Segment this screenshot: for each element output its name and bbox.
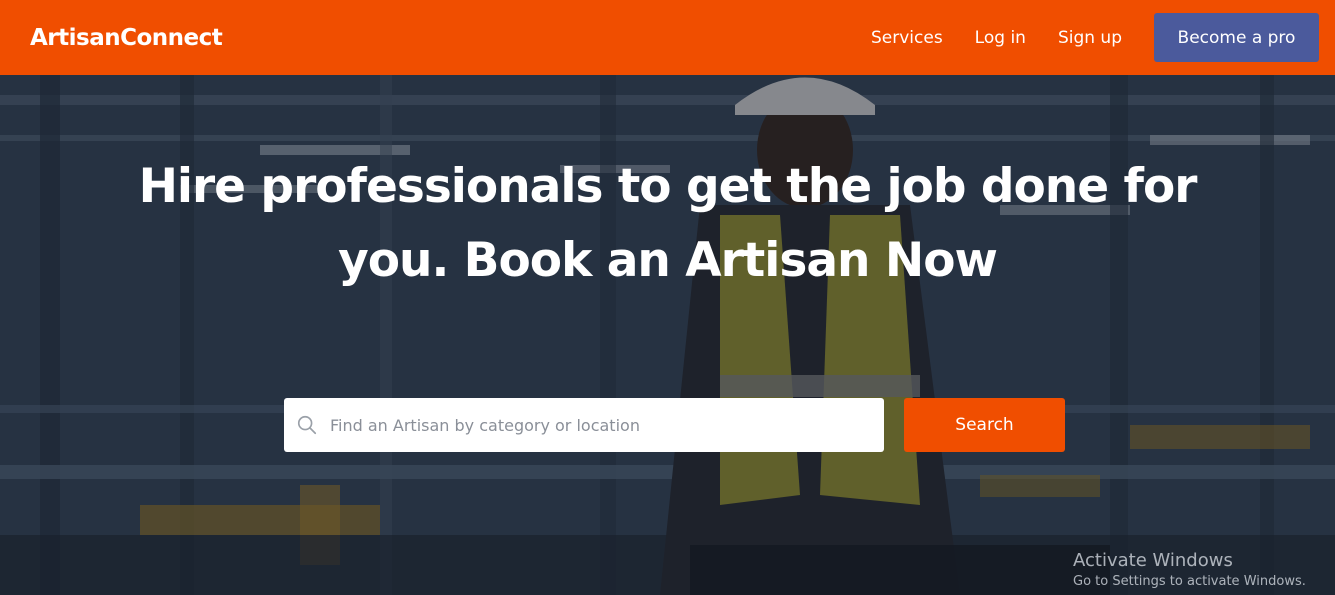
nav-link-services[interactable]: Services [871, 28, 943, 48]
search-field[interactable] [284, 398, 884, 452]
search-button[interactable]: Search [904, 398, 1065, 452]
hero-headline-line-1: Hire professionals to get the job done f… [138, 159, 1198, 214]
search-input[interactable] [330, 398, 884, 452]
hero-headline: Hire professionals to get the job done f… [0, 150, 1335, 298]
nav-link-login[interactable]: Log in [975, 28, 1026, 48]
hero-headline-line-2: you. Book an Artisan Now [338, 233, 998, 288]
brand-logo[interactable]: ArtisanConnect [30, 25, 223, 51]
activate-windows-watermark: Activate Windows Go to Settings to activ… [1073, 550, 1306, 592]
nav-link-signup[interactable]: Sign up [1058, 28, 1122, 48]
become-a-pro-button[interactable]: Become a pro [1154, 13, 1319, 62]
top-navbar: ArtisanConnect Services Log in Sign up B… [0, 0, 1335, 75]
nav-links: Services Log in Sign up Become a pro [871, 0, 1319, 75]
activate-windows-subtitle: Go to Settings to activate Windows. [1073, 574, 1306, 589]
activate-windows-title: Activate Windows [1073, 550, 1233, 571]
search-icon [297, 415, 317, 435]
